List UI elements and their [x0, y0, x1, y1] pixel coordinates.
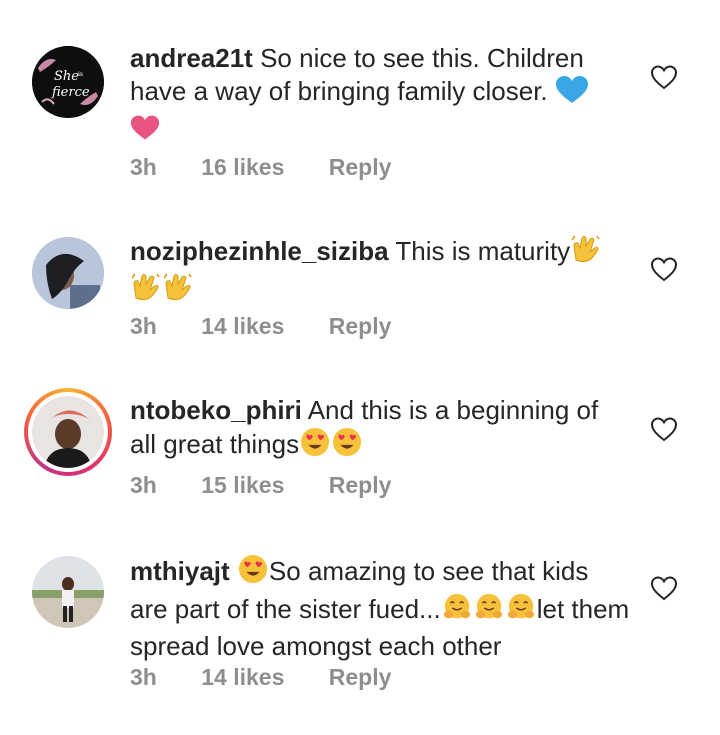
comment-username[interactable]: ntobeko_phiri [130, 395, 302, 425]
like-heart-icon[interactable] [650, 256, 678, 282]
comment-likes[interactable]: 14 likes [201, 313, 284, 339]
comment-time: 3h [130, 154, 157, 180]
hugging-face-icon [473, 592, 505, 630]
blue-heart-icon [555, 76, 589, 112]
reply-button[interactable]: Reply [329, 664, 392, 690]
heart-eyes-face-icon [237, 554, 269, 592]
comment-username[interactable]: mthiyajt [130, 556, 230, 586]
reply-button[interactable]: Reply [329, 472, 392, 498]
avatar[interactable] [32, 556, 104, 628]
avatar[interactable]: She is fierce [32, 46, 104, 118]
comment-text: mthiyajt So amazing to see that kids are… [130, 554, 630, 663]
clapping-hands-icon [130, 272, 162, 310]
comment-text: andrea21t So nice to see this. Children … [130, 42, 630, 149]
hugging-face-icon [505, 592, 537, 630]
avatar [32, 396, 104, 468]
comment-likes[interactable]: 15 likes [201, 472, 284, 498]
comment-body: This is maturity [395, 236, 571, 266]
avatar-photo-icon [32, 556, 104, 628]
hugging-face-icon [441, 592, 473, 630]
comment-meta: 3h 15 likes Reply [130, 472, 429, 499]
comment-meta: 3h 16 likes Reply [130, 154, 429, 181]
comment-time: 3h [130, 664, 157, 690]
clapping-hands-icon [162, 272, 194, 310]
comment-username[interactable]: noziphezinhle_siziba [130, 236, 389, 266]
clapping-hands-icon [570, 234, 602, 272]
avatar-story-ring[interactable] [24, 388, 112, 476]
avatar-photo-icon [32, 237, 104, 309]
heart-eyes-face-icon [299, 427, 331, 465]
comment-likes[interactable]: 14 likes [201, 664, 284, 690]
reply-button[interactable]: Reply [329, 154, 392, 180]
pink-heart-icon [130, 115, 160, 149]
like-heart-icon[interactable] [650, 64, 678, 90]
svg-text:is: is [78, 71, 83, 78]
svg-text:She: She [54, 69, 79, 84]
comment-likes[interactable]: 16 likes [201, 154, 284, 180]
like-heart-icon[interactable] [650, 575, 678, 601]
comment-time: 3h [130, 313, 157, 339]
comment-text: noziphezinhle_siziba This is maturity [130, 234, 630, 310]
heart-eyes-face-icon [331, 427, 363, 465]
avatar-photo-icon [32, 396, 104, 468]
comment-text: ntobeko_phiri And this is a beginning of… [130, 394, 630, 465]
like-heart-icon[interactable] [650, 416, 678, 442]
comment-meta: 3h 14 likes Reply [130, 313, 429, 340]
avatar[interactable] [32, 237, 104, 309]
comment-username[interactable]: andrea21t [130, 43, 253, 73]
reply-button[interactable]: Reply [329, 313, 392, 339]
comment-time: 3h [130, 472, 157, 498]
comment-meta: 3h 14 likes Reply [130, 664, 429, 691]
avatar-logo-icon: She is fierce [32, 46, 104, 118]
svg-text:fierce: fierce [51, 85, 90, 100]
